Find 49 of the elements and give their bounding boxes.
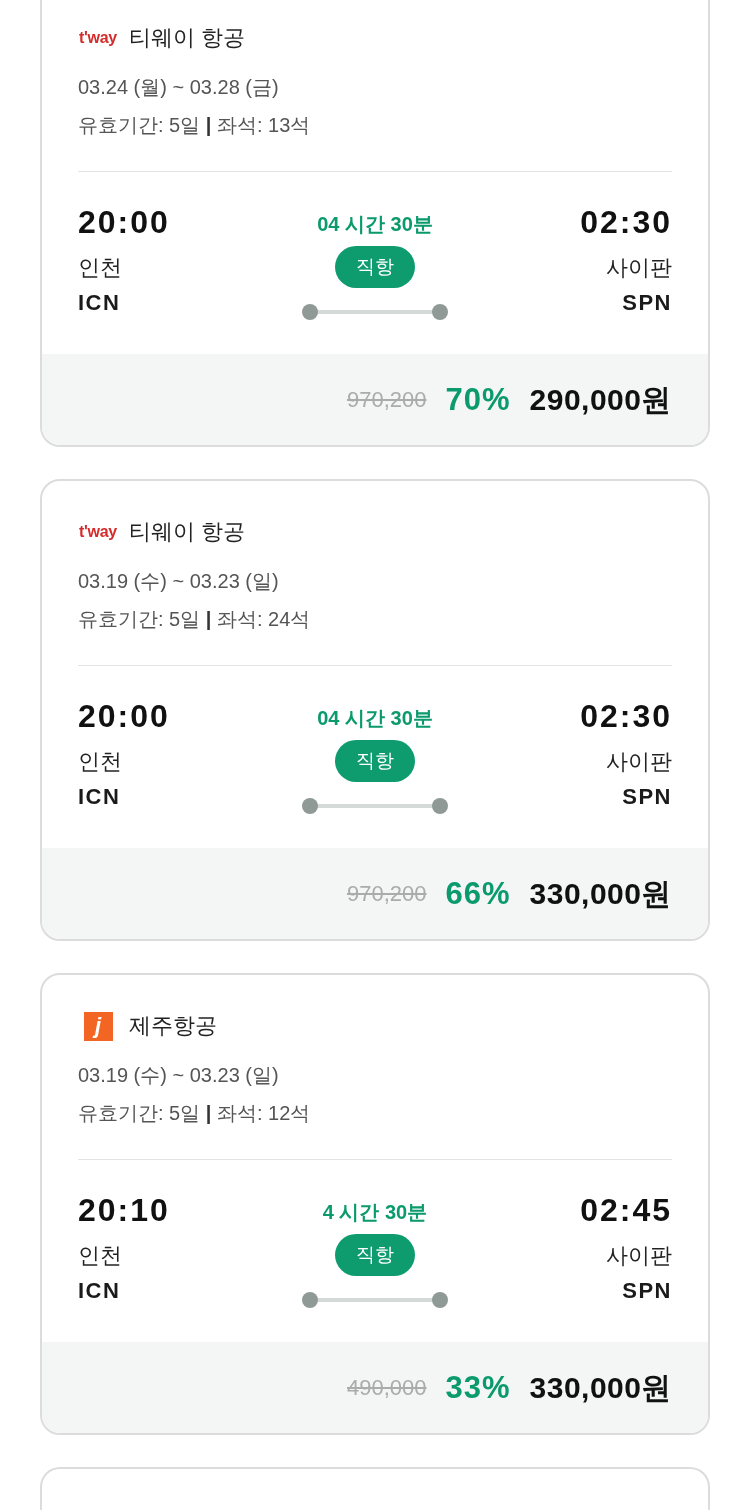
- direct-flight-badge: 직항: [335, 740, 415, 782]
- discount-rate: 66%: [445, 875, 511, 912]
- flight-card[interactable]: [40, 1467, 710, 1510]
- departure-city: 인천: [78, 254, 122, 282]
- validity-seats: 유효기간: 5일 | 좌석: 13석: [78, 110, 672, 140]
- flight-card[interactable]: t'way 티웨이 항공 03.24 (월) ~ 03.28 (금) 유효기간: 5일 | 좌석: 13석 20:00 인천 ICN 04 시간 30분 직항 02:30 사이판 SPN 970,200 70% 290,000원: [40, 0, 710, 447]
- original-price: 970,200: [346, 385, 427, 414]
- discount-rate: 33%: [445, 1369, 511, 1406]
- departure-time: 20:00: [78, 204, 170, 240]
- departure-time: 20:10: [78, 1192, 170, 1228]
- arrival-city: 사이판: [606, 1242, 672, 1270]
- airline-name: 티웨이 항공: [129, 518, 246, 546]
- flight-duration: 04 시간 30분: [317, 212, 433, 237]
- airline-logo: t'way: [79, 522, 117, 542]
- departure-code: ICN: [78, 783, 121, 811]
- arrival-code: SPN: [622, 1277, 672, 1305]
- departure-code: ICN: [78, 1277, 121, 1305]
- travel-dates: 03.19 (수) ~ 03.23 (일): [78, 1063, 280, 1088]
- departure-code: ICN: [78, 289, 121, 317]
- departure-time: 20:00: [78, 698, 170, 734]
- arrival-time: 02:45: [580, 1192, 672, 1228]
- discount-rate: 70%: [445, 381, 511, 418]
- flight-card[interactable]: j 제주항공 03.19 (수) ~ 03.23 (일) 유효기간: 5일 | 좌석: 12석 20:10 인천 ICN 4 시간 30분 직항 02:45 사이판 SPN 490,000 33% 330,000원: [40, 973, 710, 1435]
- flight-duration: 4 시간 30분: [322, 1200, 428, 1225]
- sale-price: 330,000원: [529, 1369, 672, 1406]
- arrival-time: 02:30: [580, 204, 672, 240]
- arrival-city: 사이판: [606, 748, 672, 776]
- airline-name: 티웨이 항공: [129, 24, 246, 52]
- flight-card[interactable]: t'way 티웨이 항공 03.19 (수) ~ 03.23 (일) 유효기간: 5일 | 좌석: 24석 20:00 인천 ICN 04 시간 30분 직항 02:30 사이판 SPN 970,200 66% 330,000원: [40, 479, 710, 941]
- departure-city: 인천: [78, 1242, 122, 1270]
- travel-dates: 03.24 (월) ~ 03.28 (금): [78, 75, 280, 100]
- departure-city: 인천: [78, 748, 122, 776]
- original-price: 970,200: [346, 879, 427, 908]
- sale-price: 290,000원: [529, 381, 672, 418]
- airline-logo: j: [83, 1011, 113, 1041]
- original-price: 490,000: [346, 1373, 427, 1402]
- airline-logo: t'way: [79, 28, 117, 48]
- direct-flight-badge: 직항: [335, 246, 415, 288]
- arrival-code: SPN: [622, 783, 672, 811]
- travel-dates: 03.19 (수) ~ 03.23 (일): [78, 569, 280, 594]
- flight-duration: 04 시간 30분: [317, 706, 433, 731]
- arrival-time: 02:30: [580, 698, 672, 734]
- arrival-code: SPN: [622, 289, 672, 317]
- arrival-city: 사이판: [606, 254, 672, 282]
- validity-seats: 유효기간: 5일 | 좌석: 24석: [78, 604, 672, 634]
- airline-name: 제주항공: [129, 1012, 217, 1040]
- validity-seats: 유효기간: 5일 | 좌석: 12석: [78, 1098, 672, 1128]
- sale-price: 330,000원: [529, 875, 672, 912]
- direct-flight-badge: 직항: [335, 1234, 415, 1276]
